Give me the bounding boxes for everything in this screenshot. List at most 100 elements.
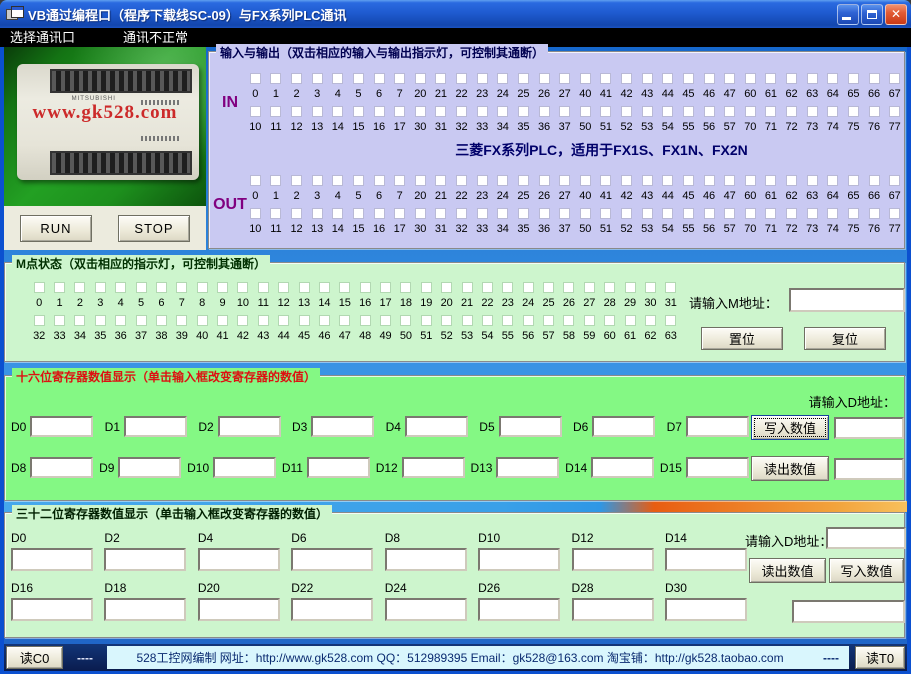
register-value-input[interactable] xyxy=(686,457,749,478)
m-indicator-led[interactable] xyxy=(278,282,289,293)
stop-button[interactable]: STOP xyxy=(118,215,190,242)
output-indicator-led[interactable] xyxy=(270,208,281,219)
output-indicator-led[interactable] xyxy=(704,175,715,186)
input-indicator-led[interactable] xyxy=(312,106,323,117)
output-indicator-led[interactable] xyxy=(600,175,611,186)
m-indicator-led[interactable] xyxy=(156,315,167,326)
input-indicator-led[interactable] xyxy=(477,73,488,84)
output-indicator-led[interactable] xyxy=(642,208,653,219)
d-address-input-32[interactable] xyxy=(826,527,906,549)
output-indicator-led[interactable] xyxy=(662,175,673,186)
input-indicator-led[interactable] xyxy=(435,73,446,84)
output-indicator-led[interactable] xyxy=(539,175,550,186)
output-indicator-led[interactable] xyxy=(270,175,281,186)
input-indicator-led[interactable] xyxy=(889,106,900,117)
register-value-input[interactable] xyxy=(11,548,93,571)
m-indicator-led[interactable] xyxy=(95,315,106,326)
input-indicator-led[interactable] xyxy=(435,106,446,117)
m-indicator-led[interactable] xyxy=(360,315,371,326)
m-indicator-led[interactable] xyxy=(604,315,615,326)
input-indicator-led[interactable] xyxy=(869,73,880,84)
input-indicator-led[interactable] xyxy=(270,106,281,117)
write-value-button-32[interactable]: 写入数值 xyxy=(829,558,904,583)
output-indicator-led[interactable] xyxy=(580,175,591,186)
register-value-input[interactable] xyxy=(405,416,468,437)
m-indicator-led[interactable] xyxy=(54,282,65,293)
output-indicator-led[interactable] xyxy=(415,175,426,186)
m-indicator-led[interactable] xyxy=(217,282,228,293)
m-indicator-led[interactable] xyxy=(319,282,330,293)
input-indicator-led[interactable] xyxy=(539,73,550,84)
m-indicator-led[interactable] xyxy=(278,315,289,326)
m-indicator-led[interactable] xyxy=(74,315,85,326)
write-value-button-16[interactable]: 写入数值 xyxy=(751,415,829,440)
register-value-input[interactable] xyxy=(591,457,654,478)
m-reset-button[interactable]: 复位 xyxy=(804,327,886,350)
output-indicator-led[interactable] xyxy=(497,208,508,219)
output-indicator-led[interactable] xyxy=(477,208,488,219)
register-value-input[interactable] xyxy=(592,416,655,437)
output-indicator-led[interactable] xyxy=(827,208,838,219)
m-indicator-led[interactable] xyxy=(95,282,106,293)
input-indicator-led[interactable] xyxy=(415,106,426,117)
m-indicator-led[interactable] xyxy=(563,282,574,293)
output-indicator-led[interactable] xyxy=(353,208,364,219)
input-indicator-led[interactable] xyxy=(600,73,611,84)
output-indicator-led[interactable] xyxy=(518,208,529,219)
register32-result-input[interactable] xyxy=(792,600,905,623)
input-indicator-led[interactable] xyxy=(291,73,302,84)
input-indicator-led[interactable] xyxy=(642,106,653,117)
m-indicator-led[interactable] xyxy=(74,282,85,293)
output-indicator-led[interactable] xyxy=(374,175,385,186)
register-value-input[interactable] xyxy=(665,598,747,621)
input-indicator-led[interactable] xyxy=(621,73,632,84)
input-indicator-led[interactable] xyxy=(600,106,611,117)
output-indicator-led[interactable] xyxy=(312,175,323,186)
m-indicator-led[interactable] xyxy=(665,315,676,326)
input-indicator-led[interactable] xyxy=(374,73,385,84)
output-indicator-led[interactable] xyxy=(786,208,797,219)
output-indicator-led[interactable] xyxy=(704,208,715,219)
register-value-input[interactable] xyxy=(478,598,560,621)
output-indicator-led[interactable] xyxy=(848,175,859,186)
output-indicator-led[interactable] xyxy=(312,208,323,219)
m-indicator-led[interactable] xyxy=(380,315,391,326)
m-indicator-led[interactable] xyxy=(115,282,126,293)
output-indicator-led[interactable] xyxy=(745,175,756,186)
output-indicator-led[interactable] xyxy=(889,175,900,186)
input-indicator-led[interactable] xyxy=(765,73,776,84)
input-indicator-led[interactable] xyxy=(642,73,653,84)
output-indicator-led[interactable] xyxy=(559,175,570,186)
input-indicator-led[interactable] xyxy=(724,106,735,117)
output-indicator-led[interactable] xyxy=(456,208,467,219)
register-value-input[interactable] xyxy=(572,548,654,571)
output-indicator-led[interactable] xyxy=(291,175,302,186)
register-value-input[interactable] xyxy=(385,598,467,621)
register-value-input[interactable] xyxy=(218,416,281,437)
output-indicator-led[interactable] xyxy=(621,175,632,186)
input-indicator-led[interactable] xyxy=(270,73,281,84)
output-indicator-led[interactable] xyxy=(621,208,632,219)
output-indicator-led[interactable] xyxy=(415,208,426,219)
read-t0-button[interactable]: 读T0 xyxy=(855,646,905,669)
input-indicator-led[interactable] xyxy=(662,73,673,84)
m-indicator-led[interactable] xyxy=(502,282,513,293)
output-indicator-led[interactable] xyxy=(683,175,694,186)
output-indicator-led[interactable] xyxy=(827,175,838,186)
input-indicator-led[interactable] xyxy=(332,73,343,84)
input-indicator-led[interactable] xyxy=(683,106,694,117)
input-indicator-led[interactable] xyxy=(745,106,756,117)
m-indicator-led[interactable] xyxy=(319,315,330,326)
input-indicator-led[interactable] xyxy=(786,73,797,84)
register-value-input[interactable] xyxy=(385,548,467,571)
menu-select-comm-port[interactable]: 选择通讯口 xyxy=(0,28,85,47)
output-indicator-led[interactable] xyxy=(662,208,673,219)
titlebar[interactable]: VB通过编程口（程序下载线SC-09）与FX系列PLC通讯 ✕ xyxy=(0,0,911,28)
m-indicator-led[interactable] xyxy=(543,315,554,326)
m-indicator-led[interactable] xyxy=(462,282,473,293)
m-indicator-led[interactable] xyxy=(258,315,269,326)
m-set-button[interactable]: 置位 xyxy=(701,327,783,350)
m-indicator-led[interactable] xyxy=(665,282,676,293)
m-indicator-led[interactable] xyxy=(523,282,534,293)
output-indicator-led[interactable] xyxy=(394,175,405,186)
